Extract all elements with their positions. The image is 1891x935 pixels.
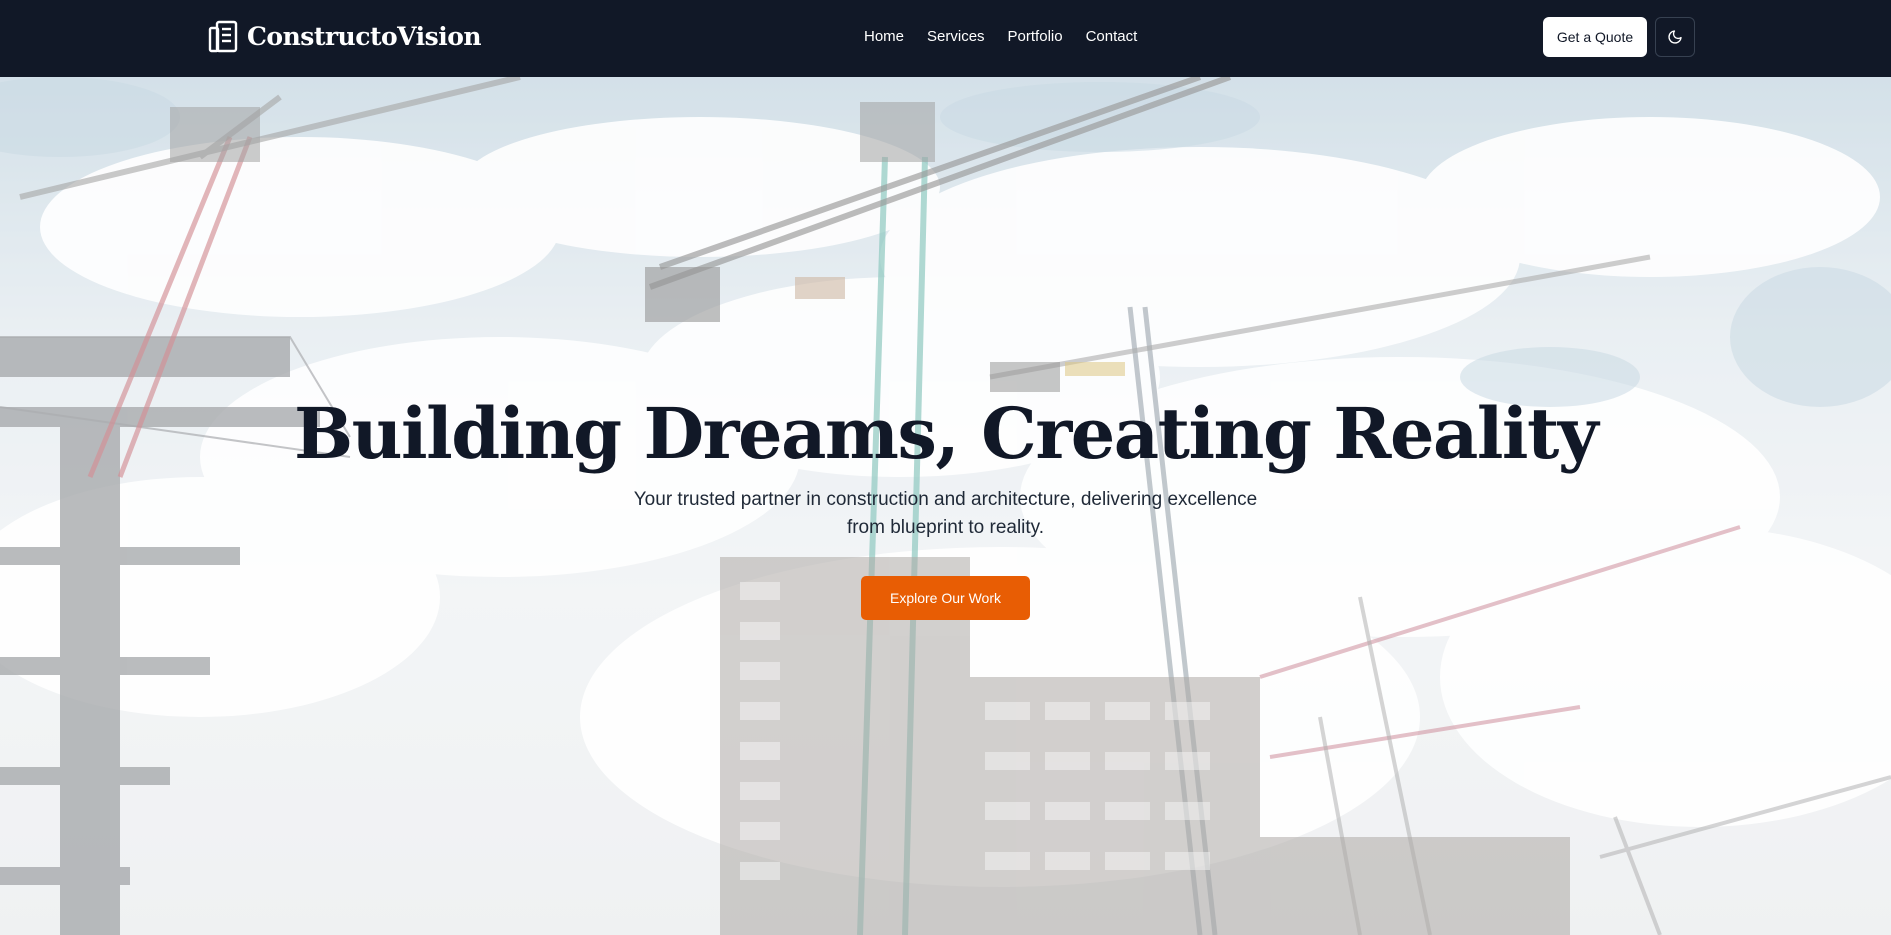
hero-title: Building Dreams, Creating Reality (293, 392, 1599, 475)
hero-section: Building Dreams, Creating Reality Your t… (0, 77, 1891, 935)
nav-home[interactable]: Home (864, 27, 904, 47)
site-header: ConstructoVision Home Services Portfolio… (0, 0, 1891, 77)
explore-work-button[interactable]: Explore Our Work (861, 576, 1030, 620)
building-icon (208, 20, 238, 53)
brand-logo[interactable]: ConstructoVision (208, 20, 482, 53)
get-quote-button[interactable]: Get a Quote (1543, 17, 1647, 57)
nav-contact[interactable]: Contact (1086, 27, 1138, 47)
nav-services[interactable]: Services (927, 27, 985, 47)
main-nav: Home Services Portfolio Contact (864, 27, 1137, 47)
hero-subtitle: Your trusted partner in construction and… (633, 489, 1258, 538)
theme-toggle-button[interactable] (1655, 17, 1695, 57)
brand-name: ConstructoVision (247, 22, 482, 51)
moon-icon (1668, 30, 1682, 44)
nav-portfolio[interactable]: Portfolio (1008, 27, 1063, 47)
hero-content: Building Dreams, Creating Reality Your t… (0, 392, 1891, 620)
